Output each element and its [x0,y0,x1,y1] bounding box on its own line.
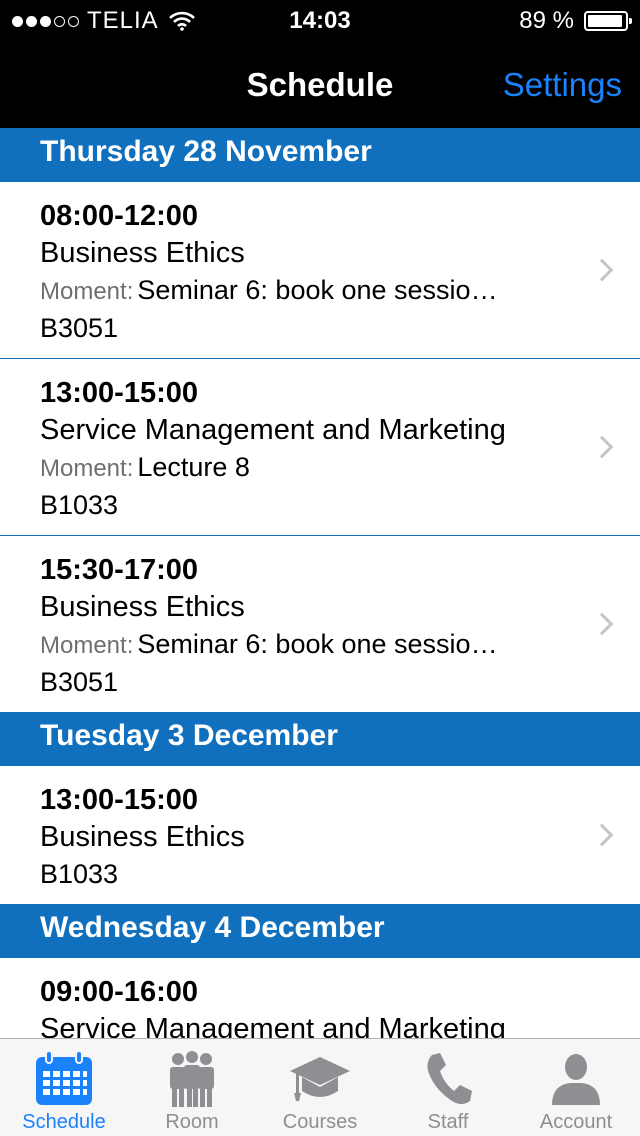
moment-value: Seminar 6: book one sessio… [137,275,498,305]
event-course: Business Ethics [40,821,245,853]
event-course: Service Management and Marketing [40,1013,506,1038]
event-time: 08:00-12:00 [40,200,198,232]
event-room: B1033 [40,859,119,889]
chevron-right-icon [590,435,614,459]
event-room: B1033 [40,490,119,520]
event-row[interactable]: 09:00-16:00 Service Management and Marke… [0,958,640,1038]
battery-icon [584,11,632,31]
event-time: 13:00-15:00 [40,784,198,816]
event-course: Business Ethics [40,237,245,269]
moment-label: Moment: [40,632,134,659]
battery-percent: 89 % [519,7,574,34]
moment-label: Moment: [40,278,134,305]
section-header: Thursday 28 November [0,128,640,182]
status-bar: TELIA 14:03 89 % [0,0,640,40]
person-icon [552,1054,600,1105]
tab-label: Schedule [22,1111,106,1133]
graduation-cap-icon [290,1057,350,1101]
moment-label: Moment: [40,455,134,482]
event-moment: Moment: Seminar 6: book one sessio… [40,626,560,664]
tab-schedule[interactable]: Schedule [0,1039,128,1136]
tab-bar: Schedule Room Courses Staff Account [0,1038,640,1136]
event-time: 15:30-17:00 [40,554,198,586]
section-header: Tuesday 3 December [0,712,640,766]
tab-label: Account [539,1111,613,1133]
tab-label: Room [165,1111,219,1133]
tab-label: Staff [427,1111,469,1133]
settings-button[interactable]: Settings [503,66,622,104]
event-room: B3051 [40,667,119,697]
section-header: Wednesday 4 December [0,904,640,958]
chevron-right-icon [590,612,614,636]
event-time: 09:00-16:00 [40,976,198,1008]
moment-value: Lecture 8 [137,452,250,482]
tab-staff[interactable]: Staff [384,1039,512,1136]
calendar-icon [36,1050,92,1105]
tab-label: Courses [282,1111,358,1133]
event-row[interactable]: 08:00-12:00 Business Ethics Moment: Semin… [0,182,640,359]
tab-room[interactable]: Room [128,1039,256,1136]
tab-courses[interactable]: Courses [256,1039,384,1136]
chevron-right-icon [590,823,614,847]
event-room: B3051 [40,313,119,343]
people-icon [170,1051,214,1107]
moment-value: Seminar 6: book one sessio… [137,629,498,659]
top-bar: TELIA 14:03 89 % Schedule Settings [0,0,640,128]
schedule-list[interactable]: Thursday 28 November 08:00-12:00 Busines… [0,128,640,1038]
event-course: Business Ethics [40,591,245,623]
event-time: 13:00-15:00 [40,377,198,409]
tab-account[interactable]: Account [512,1039,640,1136]
event-row[interactable]: 15:30-17:00 Business Ethics Moment: Semin… [0,536,640,712]
status-right: 89 % [519,7,632,35]
chevron-right-icon [590,258,614,282]
event-row[interactable]: 13:00-15:00 Business Ethics B1033 [0,766,640,904]
event-moment: Moment: Seminar 6: book one sessio… [40,272,560,310]
event-moment: Moment: Lecture 8 [40,449,560,487]
event-course: Service Management and Marketing [40,414,506,446]
event-row[interactable]: 13:00-15:00 Service Management and Marke… [0,359,640,536]
phone-icon [427,1053,472,1104]
